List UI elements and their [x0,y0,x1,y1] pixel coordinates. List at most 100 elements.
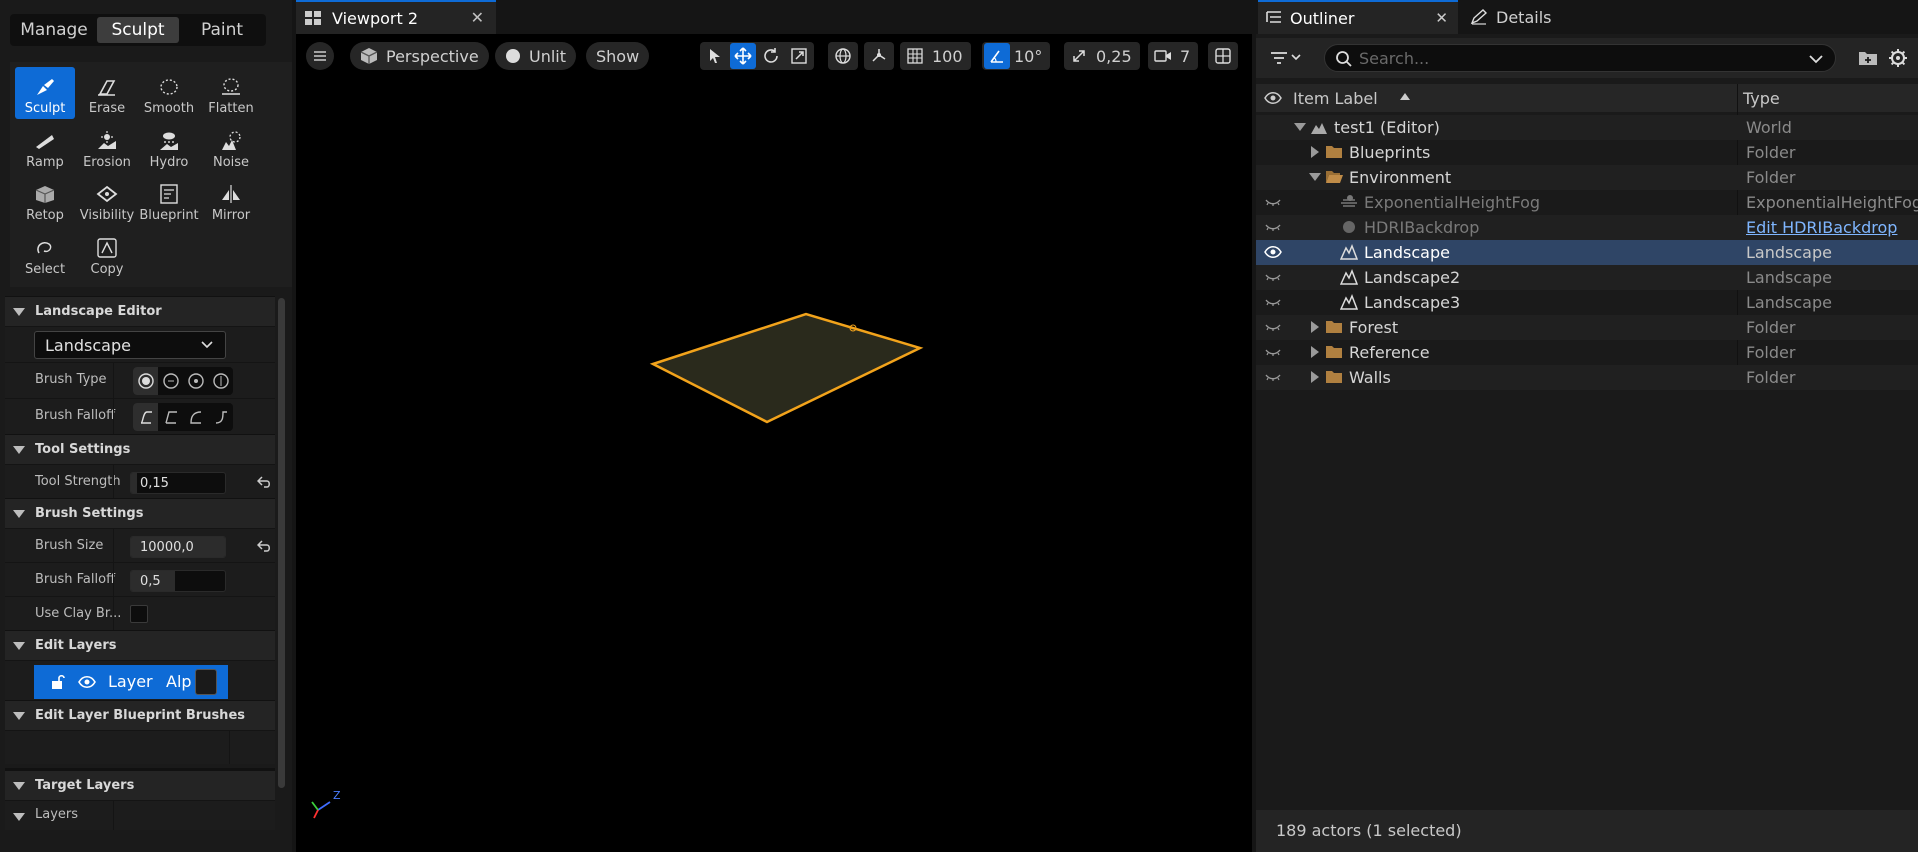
tool-noise-button[interactable]: Noise [201,121,261,173]
tool-blueprint-button[interactable]: Blueprint [139,174,199,226]
tool-select-button[interactable]: Select [15,228,75,280]
close-icon[interactable]: ✕ [1435,9,1448,27]
eye-closed-icon[interactable] [1264,270,1282,284]
outliner-item-label: Reference [1349,343,1430,362]
section-tool-settings[interactable]: Tool Settings [5,434,275,464]
reset-icon[interactable] [257,476,271,488]
layer-item[interactable]: Layer Alp [34,665,228,699]
viewport-tabbar: Viewport 2 ✕ [296,0,1252,34]
chevron-down-icon[interactable] [1809,55,1823,64]
landscape-mesh[interactable] [296,34,1252,852]
eye-closed-icon[interactable] [1264,220,1282,234]
outliner-row[interactable]: Landscape2 Landscape [1256,265,1918,290]
eye-closed-icon[interactable] [1264,345,1282,359]
tool-retop-button[interactable]: Retop [15,174,75,226]
svg-text:Z: Z [333,789,341,802]
eye-closed-icon[interactable] [1264,370,1282,384]
section-landscape-editor[interactable]: Landscape Editor [5,296,275,326]
tab-viewport-2[interactable]: Viewport 2 ✕ [296,0,496,34]
section-brush-settings[interactable]: Brush Settings [5,498,275,528]
tool-erase-button[interactable]: Erase [77,67,137,119]
landscape-dropdown[interactable]: Landscape [34,331,226,359]
tab-details[interactable]: Details [1462,0,1662,34]
viewport-3d[interactable]: Perspective Unlit Show 100 10° 0,25 7 Z [296,34,1252,852]
column-item-label[interactable]: Item Label [1293,89,1378,108]
outliner-row[interactable]: Walls Folder [1256,365,1918,390]
outliner-row[interactable]: ExponentialHeightFog ExponentialHeightFog [1256,190,1918,215]
caret-right-icon[interactable] [1311,371,1319,383]
outliner-row[interactable]: Reference Folder [1256,340,1918,365]
outliner-row[interactable]: Forest Folder [1256,315,1918,340]
tool-flatten-button[interactable]: Flatten [201,67,261,119]
use-clay-row: Use Clay Br... [5,596,275,630]
brush-type-row: Brush Type [5,362,275,398]
tool-hydro-button[interactable]: Hydro [139,121,199,173]
tool-erosion-button[interactable]: Erosion [77,121,137,173]
brush-type-circle[interactable] [133,367,158,395]
outliner-item-label: Landscape2 [1364,268,1461,287]
tab-outliner[interactable]: Outliner ✕ [1258,0,1458,34]
tool-strength-field[interactable]: 0,15 [130,472,226,494]
outliner-row[interactable]: Environment Folder [1256,165,1918,190]
eye-icon[interactable] [1264,245,1282,259]
falloff-spherical[interactable] [183,403,208,431]
outliner-row[interactable]: HDRIBackdrop Edit HDRIBackdrop [1256,215,1918,240]
mode-tab-paint[interactable]: Paint [181,17,263,43]
outliner-row[interactable]: Landscape3 Landscape [1256,290,1918,315]
tool-sculpt-button[interactable]: Sculpt [15,67,75,119]
brush-falloff-field[interactable]: 0,5 [130,570,226,592]
outliner-search[interactable] [1324,44,1836,72]
outliner-row[interactable]: Landscape Landscape [1256,240,1918,265]
brush-size-field[interactable]: 10000,0 [130,536,226,558]
falloff-tip[interactable] [208,403,233,431]
edit-hdri-link[interactable]: Edit HDRIBackdrop [1746,218,1897,237]
section-edit-layer-blueprint-brushes[interactable]: Edit Layer Blueprint Brushes [5,700,275,730]
eye-closed-icon[interactable] [1264,320,1282,334]
outliner-row[interactable]: test1 (Editor) World [1256,115,1918,140]
section-target-layers[interactable]: Target Layers [5,768,275,800]
tool-ramp-button[interactable]: Ramp [15,121,75,173]
brush-falloff-selector [133,403,233,431]
layer-alpha-box[interactable] [195,669,217,695]
column-type[interactable]: Type [1743,89,1780,108]
section-edit-layers[interactable]: Edit Layers [5,630,275,660]
tool-smooth-button[interactable]: Smooth [139,67,199,119]
search-icon [1335,50,1353,68]
caret-down-icon[interactable] [1294,123,1306,131]
caret-right-icon[interactable] [1311,346,1319,358]
visibility-icon [94,183,120,205]
close-icon[interactable]: ✕ [471,8,484,27]
brush-type-pattern[interactable] [183,367,208,395]
outliner-row[interactable]: Blueprints Folder [1256,140,1918,165]
tool-visibility-button[interactable]: Visibility [77,174,137,226]
mode-tab-manage[interactable]: Manage [13,17,95,43]
mode-tab-sculpt[interactable]: Sculpt [97,17,179,43]
eye-closed-icon[interactable] [1264,295,1282,309]
brush-type-alpha[interactable] [158,367,183,395]
outliner-item-type: ExponentialHeightFog [1746,193,1918,212]
landscape-icon [1340,294,1358,310]
caret-right-icon[interactable] [1311,321,1319,333]
falloff-linear[interactable] [158,403,183,431]
filter-icon[interactable] [1270,50,1304,66]
eye-icon[interactable] [78,675,96,689]
settings-gear-icon[interactable] [1888,48,1908,68]
reset-icon[interactable] [257,540,271,552]
caret-right-icon[interactable] [1311,146,1319,158]
search-input[interactable] [1359,48,1779,68]
falloff-smooth[interactable] [133,403,158,431]
properties-scrollbar[interactable] [278,298,285,788]
brush-type-component[interactable] [208,367,233,395]
layers-row[interactable]: Layers [5,800,275,830]
caret-down-icon[interactable] [1309,173,1321,181]
unlock-icon[interactable] [50,674,66,690]
tool-mirror-button[interactable]: Mirror [201,174,261,226]
use-clay-checkbox[interactable] [130,605,148,623]
mode-tabs: Manage Sculpt Paint [10,14,266,46]
add-folder-icon[interactable] [1858,49,1878,67]
blueprint-brushes-row [5,730,275,764]
eye-closed-icon[interactable] [1264,195,1282,209]
outliner-panel: Outliner ✕ Details Item Label Type test1… [1256,0,1918,852]
visibility-column-eye-icon[interactable] [1264,91,1282,105]
tool-copy-button[interactable]: Copy [77,228,137,280]
